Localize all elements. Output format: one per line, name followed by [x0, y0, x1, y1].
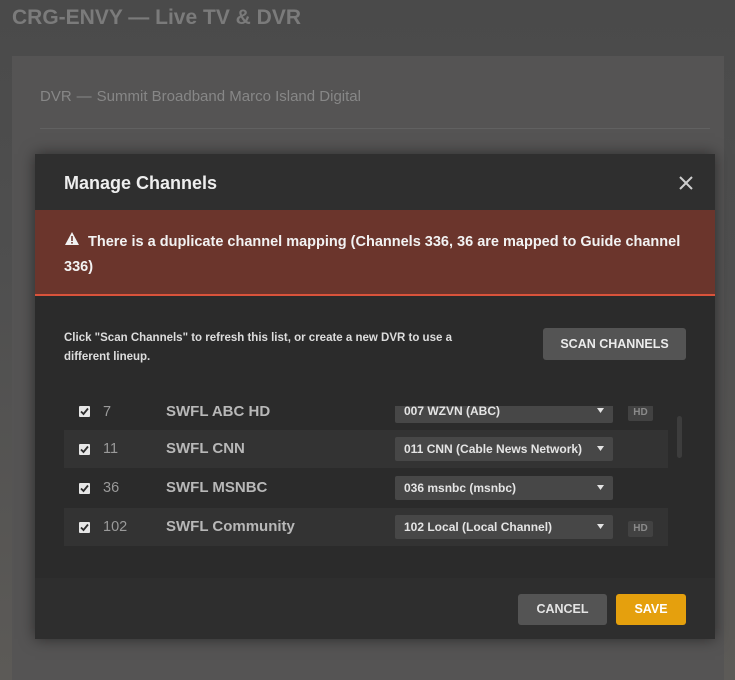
- checkmark-icon: [80, 484, 89, 493]
- channel-row: 102 SWFL Community 102 Local (Local Chan…: [64, 508, 668, 546]
- close-icon: [679, 176, 693, 190]
- checkmark-icon: [80, 407, 89, 416]
- divider: [40, 128, 710, 129]
- channel-row: 11 SWFL CNN 011 CNN (Cable News Network): [64, 430, 668, 468]
- guide-channel-select[interactable]: 011 CNN (Cable News Network): [395, 437, 613, 461]
- channel-name: SWFL MSNBC: [166, 479, 268, 496]
- guide-channel-select[interactable]: 036 msnbc (msnbc): [395, 476, 613, 500]
- checkmark-icon: [80, 523, 89, 532]
- modal-header: Manage Channels: [35, 154, 715, 210]
- page-title: CRG-ENVY — Live TV & DVR: [12, 6, 301, 29]
- channel-name: SWFL CNN: [166, 440, 245, 457]
- channel-row: 7 SWFL ABC HD 007 WZVN (ABC) HD: [64, 406, 668, 430]
- close-button[interactable]: [675, 172, 697, 194]
- alert-message: There is a duplicate channel mapping (Ch…: [64, 234, 681, 275]
- manage-channels-modal: Manage Channels There is a duplicate cha…: [35, 154, 715, 639]
- breadcrumb-source: Summit Broadband Marco Island Digital: [96, 88, 361, 105]
- channel-checkbox[interactable]: [79, 406, 90, 417]
- modal-footer: CANCEL SAVE: [35, 578, 715, 639]
- channel-list-scrollbar[interactable]: [677, 416, 682, 458]
- chevron-down-icon: [597, 446, 604, 451]
- channel-checkbox[interactable]: [79, 483, 90, 494]
- channel-row: 36 SWFL MSNBC 036 msnbc (msnbc): [64, 469, 668, 507]
- channel-checkbox[interactable]: [79, 522, 90, 533]
- guide-channel-value: 102 Local (Local Channel): [404, 520, 553, 534]
- guide-channel-select[interactable]: 102 Local (Local Channel): [395, 515, 613, 539]
- guide-channel-select[interactable]: 007 WZVN (ABC): [395, 406, 613, 423]
- chevron-down-icon: [597, 485, 604, 490]
- channel-number: 36: [103, 480, 120, 496]
- channel-list[interactable]: 7 SWFL ABC HD 007 WZVN (ABC) HD 11 SWFL …: [64, 406, 668, 548]
- channel-number: 7: [103, 406, 112, 420]
- checkmark-icon: [80, 445, 89, 454]
- breadcrumb-section[interactable]: DVR: [40, 88, 72, 105]
- guide-channel-value: 011 CNN (Cable News Network): [404, 442, 583, 456]
- breadcrumb: DVR — Summit Broadband Marco Island Digita…: [40, 88, 361, 105]
- breadcrumb-separator: —: [76, 88, 92, 105]
- modal-title: Manage Channels: [64, 173, 218, 193]
- save-button[interactable]: SAVE: [616, 594, 686, 625]
- guide-channel-value: 036 msnbc (msnbc): [404, 481, 517, 495]
- chevron-down-icon: [597, 524, 604, 529]
- scan-channels-button[interactable]: SCAN CHANNELS: [543, 328, 686, 360]
- channel-checkbox[interactable]: [79, 444, 90, 455]
- hd-badge: HD: [628, 406, 653, 421]
- channel-name: SWFL Community: [166, 518, 295, 535]
- helper-text: Click "Scan Channels" to refresh this li…: [64, 332, 452, 363]
- hd-badge: HD: [628, 521, 653, 537]
- chevron-down-icon: [597, 408, 604, 413]
- cancel-button[interactable]: CANCEL: [518, 594, 607, 625]
- channel-number: 11: [103, 441, 119, 457]
- duplicate-mapping-alert: There is a duplicate channel mapping (Ch…: [35, 210, 715, 296]
- guide-channel-value: 007 WZVN (ABC): [404, 406, 501, 418]
- channel-number: 102: [103, 519, 128, 535]
- channel-name: SWFL ABC HD: [166, 406, 271, 420]
